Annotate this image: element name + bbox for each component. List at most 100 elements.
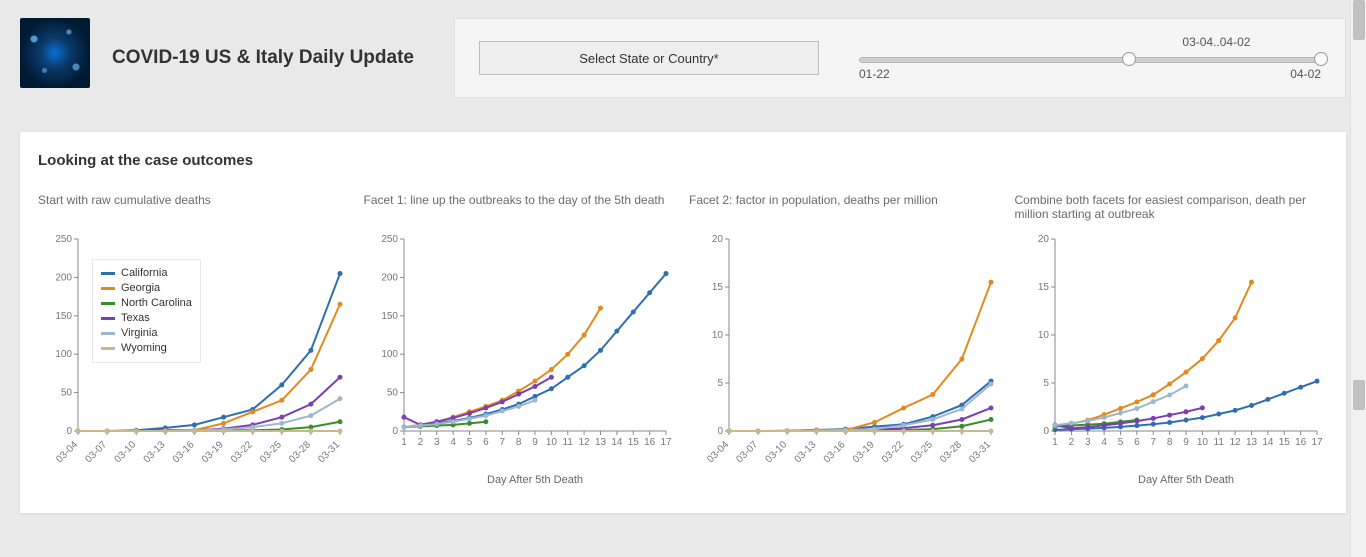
legend-item: California (101, 266, 192, 281)
date-range-slider[interactable]: 01-22 04-02 03-04..04-02 (859, 33, 1321, 83)
svg-text:13: 13 (594, 437, 606, 448)
svg-text:03-07: 03-07 (734, 439, 760, 465)
svg-text:150: 150 (55, 311, 72, 322)
controls-bar: Select State or Country* 01-22 04-02 03-… (454, 18, 1346, 98)
svg-text:03-07: 03-07 (83, 439, 109, 465)
chart-plot: 05010015020025003-0403-0703-1003-1303-16… (38, 229, 352, 489)
svg-text:15: 15 (1037, 282, 1049, 293)
svg-text:1: 1 (401, 437, 407, 448)
covid-virus-logo (20, 18, 90, 88)
svg-text:14: 14 (611, 437, 623, 448)
svg-text:0: 0 (392, 426, 398, 437)
svg-text:15: 15 (1278, 437, 1290, 448)
svg-text:03-22: 03-22 (229, 439, 255, 465)
svg-text:7: 7 (499, 437, 505, 448)
svg-text:03-13: 03-13 (793, 439, 819, 465)
svg-text:20: 20 (1037, 234, 1049, 245)
svg-text:03-31: 03-31 (967, 439, 993, 465)
svg-text:3: 3 (1084, 437, 1090, 448)
svg-text:0: 0 (717, 426, 723, 437)
svg-text:8: 8 (515, 437, 521, 448)
svg-text:6: 6 (483, 437, 489, 448)
page-title: COVID-19 US & Italy Daily Update (112, 47, 414, 69)
svg-text:10: 10 (1037, 330, 1049, 341)
svg-text:03-28: 03-28 (938, 439, 964, 465)
svg-text:11: 11 (562, 437, 573, 448)
legend-swatch (101, 347, 115, 350)
svg-text:03-16: 03-16 (171, 439, 197, 465)
svg-text:1: 1 (1052, 437, 1058, 448)
svg-text:03-04: 03-04 (54, 439, 80, 465)
svg-text:200: 200 (381, 272, 398, 283)
vertical-scrollbar[interactable] (1350, 0, 1366, 557)
chart-c3: Facet 2: factor in population, deaths pe… (689, 193, 1003, 489)
svg-text:100: 100 (55, 349, 72, 360)
slider-min-label: 01-22 (859, 67, 890, 81)
chart-plot: 051015201234567891011121314151617Day Aft… (1015, 229, 1329, 489)
svg-text:03-04: 03-04 (705, 439, 731, 465)
svg-text:12: 12 (578, 437, 590, 448)
slider-thumb-end[interactable] (1314, 52, 1328, 66)
svg-text:0: 0 (1043, 426, 1049, 437)
slider-thumb-start[interactable] (1122, 52, 1136, 66)
svg-text:9: 9 (532, 437, 538, 448)
svg-text:2: 2 (1068, 437, 1074, 448)
svg-text:5: 5 (717, 378, 723, 389)
legend-item: North Carolina (101, 296, 192, 311)
svg-text:2: 2 (417, 437, 423, 448)
svg-text:10: 10 (712, 330, 724, 341)
svg-text:20: 20 (712, 234, 724, 245)
svg-text:14: 14 (1262, 437, 1274, 448)
svg-text:Day After 5th Death: Day After 5th Death (487, 474, 583, 486)
legend-label: California (121, 266, 167, 281)
svg-text:15: 15 (712, 282, 724, 293)
svg-text:15: 15 (627, 437, 639, 448)
svg-text:250: 250 (55, 234, 72, 245)
svg-text:16: 16 (1295, 437, 1307, 448)
slider-max-label: 04-02 (1290, 67, 1321, 81)
svg-text:3: 3 (433, 437, 439, 448)
svg-text:8: 8 (1166, 437, 1172, 448)
chart-title: Combine both facets for easiest comparis… (1015, 193, 1329, 229)
legend: CaliforniaGeorgiaNorth CarolinaTexasVirg… (92, 259, 201, 363)
svg-text:Day After 5th Death: Day After 5th Death (1138, 474, 1234, 486)
svg-text:4: 4 (1101, 437, 1107, 448)
svg-text:13: 13 (1245, 437, 1257, 448)
chart-plot: 0501001502002501234567891011121314151617… (364, 229, 678, 489)
outcomes-card: Looking at the case outcomes Start with … (20, 132, 1346, 513)
svg-text:17: 17 (660, 437, 672, 448)
svg-text:03-22: 03-22 (880, 439, 906, 465)
slider-track (859, 57, 1321, 63)
svg-text:5: 5 (1043, 378, 1049, 389)
svg-text:150: 150 (381, 311, 398, 322)
legend-item: Virginia (101, 326, 192, 341)
svg-text:200: 200 (55, 272, 72, 283)
legend-item: Texas (101, 311, 192, 326)
svg-text:10: 10 (545, 437, 557, 448)
legend-swatch (101, 287, 115, 290)
state-country-dropdown[interactable]: Select State or Country* (479, 41, 819, 75)
svg-text:03-28: 03-28 (287, 439, 313, 465)
svg-text:17: 17 (1311, 437, 1323, 448)
chart-plot: 0510152003-0403-0703-1003-1303-1603-1903… (689, 229, 1003, 489)
scrollbar-thumb[interactable] (1353, 0, 1365, 40)
scrollbar-thumb[interactable] (1353, 380, 1365, 410)
svg-text:250: 250 (381, 234, 398, 245)
svg-text:03-25: 03-25 (909, 439, 935, 465)
svg-text:03-31: 03-31 (316, 439, 342, 465)
svg-text:6: 6 (1134, 437, 1140, 448)
svg-text:50: 50 (386, 388, 398, 399)
svg-text:03-25: 03-25 (258, 439, 284, 465)
svg-text:50: 50 (61, 388, 73, 399)
svg-text:03-13: 03-13 (142, 439, 168, 465)
svg-text:4: 4 (450, 437, 456, 448)
legend-swatch (101, 302, 115, 305)
svg-text:03-10: 03-10 (112, 439, 138, 465)
svg-text:11: 11 (1213, 437, 1224, 448)
svg-text:10: 10 (1196, 437, 1208, 448)
svg-text:100: 100 (381, 349, 398, 360)
chart-title: Start with raw cumulative deaths (38, 193, 352, 229)
legend-label: Georgia (121, 281, 160, 296)
dropdown-label: Select State or Country* (579, 51, 718, 66)
legend-item: Georgia (101, 281, 192, 296)
